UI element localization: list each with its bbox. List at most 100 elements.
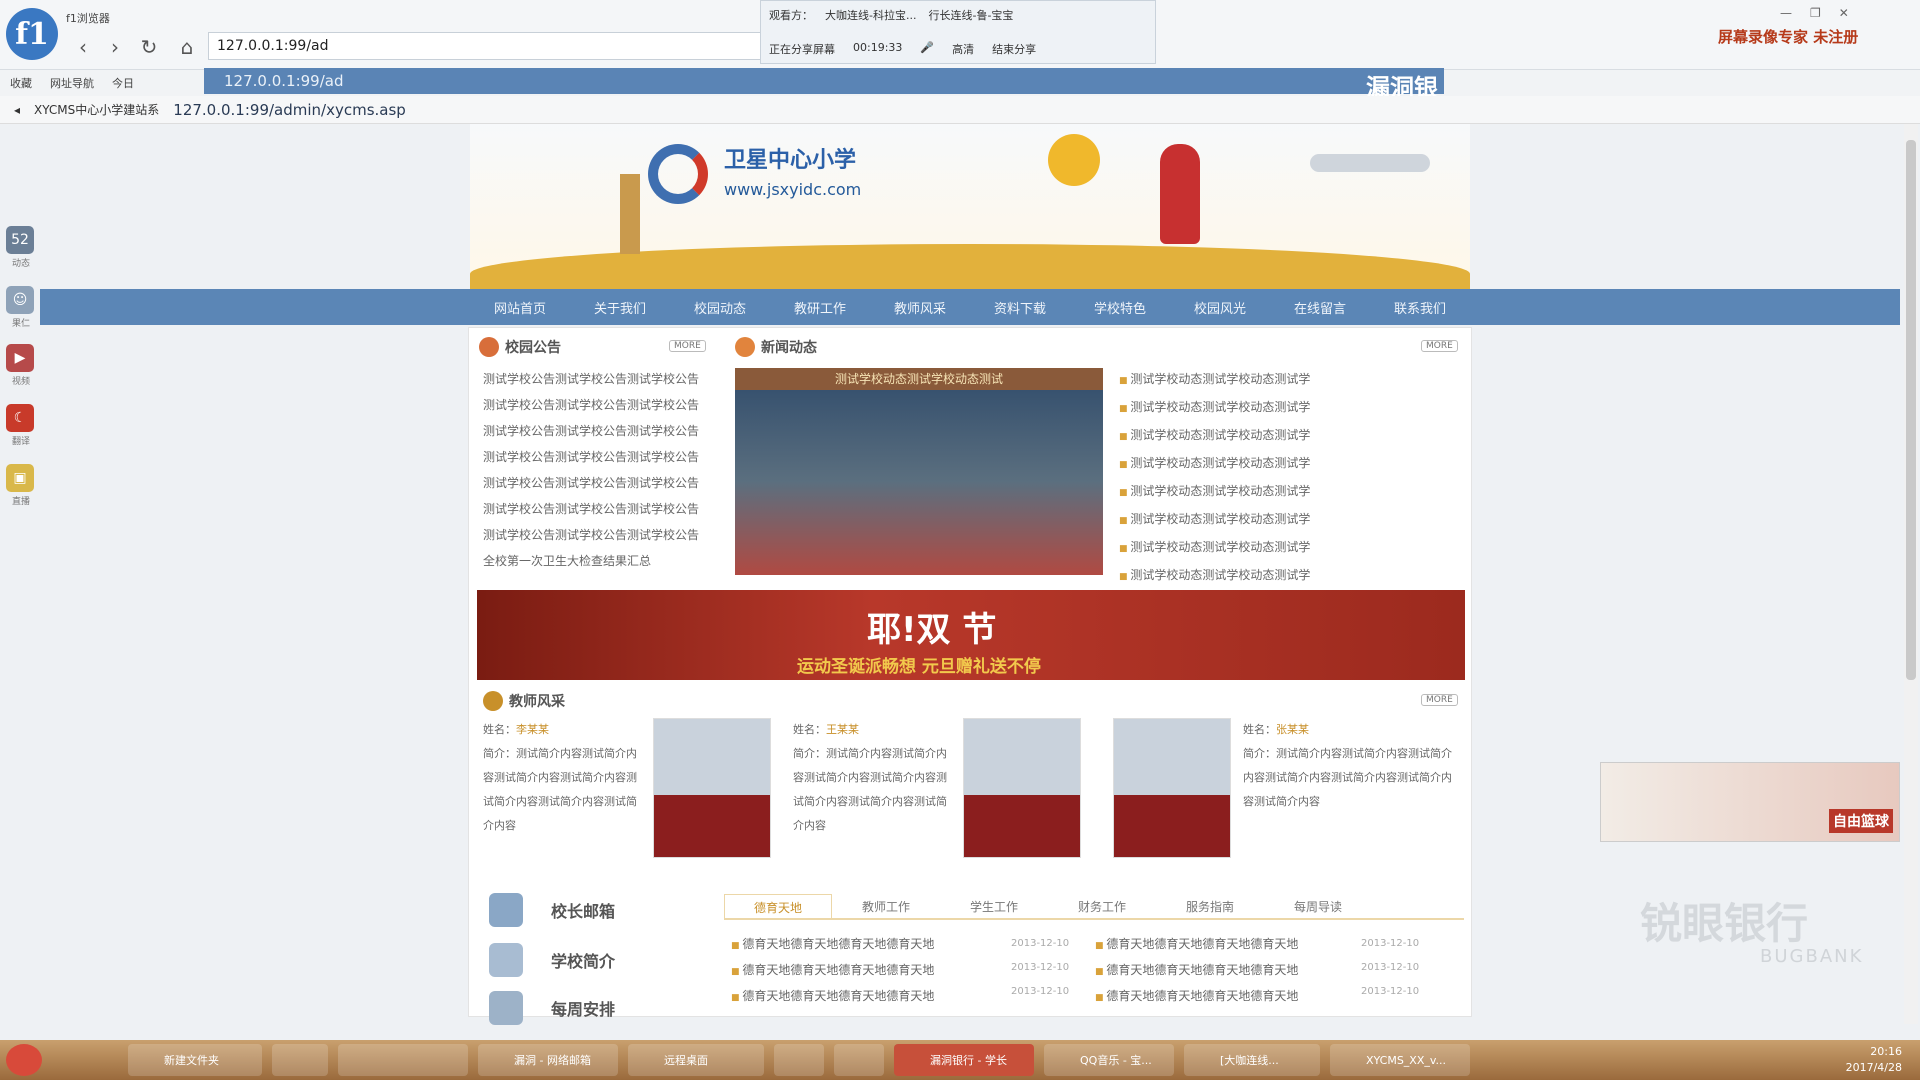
end-share-button[interactable]: 结束分享 xyxy=(992,41,1036,57)
task-browser[interactable] xyxy=(338,1044,468,1076)
tab-student-work[interactable]: 学生工作 xyxy=(940,894,1048,918)
notice-title: 校园公告 xyxy=(505,340,561,356)
teacher-photo[interactable] xyxy=(963,718,1081,858)
tab-weekly[interactable]: 每周导读 xyxy=(1264,894,1372,918)
system-clock[interactable]: 20:16 2017/4/28 xyxy=(1846,1044,1902,1076)
bookmark-item[interactable]: 今日 xyxy=(112,75,134,91)
nav-home[interactable]: 网站首页 xyxy=(470,289,570,325)
dock-dynamic-icon[interactable]: 52 xyxy=(6,226,34,254)
dock-label: 视频 xyxy=(11,377,30,387)
task-app[interactable] xyxy=(774,1044,824,1076)
scrollbar-thumb[interactable] xyxy=(1906,140,1916,680)
info-item[interactable]: 德育天地德育天地德育天地德育天地 xyxy=(731,984,934,1010)
news-item[interactable]: 测试学校动态测试学校动态测试学 xyxy=(1119,394,1310,422)
teacher-name[interactable]: 张某某 xyxy=(1276,723,1309,736)
dock-label: 直播 xyxy=(11,497,30,507)
tab-back-icon[interactable]: ◂ xyxy=(14,103,20,117)
banner-tower xyxy=(620,174,640,254)
notice-item[interactable]: 全校第一次卫生大检查结果汇总 xyxy=(483,548,699,574)
principal-mailbox-link[interactable]: 校长邮箱 xyxy=(489,888,669,932)
notice-item[interactable]: 测试学校公告测试学校公告测试学校公告 xyxy=(483,444,699,470)
address-suggestion[interactable]: 127.0.0.1:99/ad 漏洞银 xyxy=(204,68,1444,102)
task-remote[interactable]: 远程桌面 xyxy=(628,1044,764,1076)
address-input[interactable]: 127.0.0.1:99/ad xyxy=(217,38,329,54)
tab-teacher-work[interactable]: 教师工作 xyxy=(832,894,940,918)
quality-button[interactable]: 高清 xyxy=(952,41,974,57)
teacher-name[interactable]: 王某某 xyxy=(826,723,859,736)
teacher-photo[interactable] xyxy=(653,718,771,858)
school-intro-link[interactable]: 学校简介 xyxy=(489,938,669,982)
browser-logo[interactable]: f1 xyxy=(6,8,58,60)
news-item[interactable]: 测试学校动态测试学校动态测试学 xyxy=(1119,562,1310,590)
viewer-1[interactable]: 大咖连线-科拉宝... xyxy=(825,7,916,23)
notice-item[interactable]: 测试学校公告测试学校公告测试学校公告 xyxy=(483,366,699,392)
news-item[interactable]: 测试学校动态测试学校动态测试学 xyxy=(1119,366,1310,394)
nav-research[interactable]: 教研工作 xyxy=(770,289,870,325)
suggestion-url[interactable]: 127.0.0.1:99/ad xyxy=(224,72,343,90)
notice-item[interactable]: 测试学校公告测试学校公告测试学校公告 xyxy=(483,392,699,418)
notice-more-button[interactable]: MORE xyxy=(669,340,706,352)
bookmark-item[interactable]: 收藏 xyxy=(10,75,32,91)
promo-banner[interactable]: 耶!双 节 运动圣诞派畅想 元旦赠礼送不停 xyxy=(477,590,1465,680)
maximize-icon[interactable]: ❐ xyxy=(1810,6,1821,20)
mic-icon[interactable]: 🎤 xyxy=(920,41,934,57)
nav-about[interactable]: 关于我们 xyxy=(570,289,670,325)
home-icon[interactable]: ⌂ xyxy=(174,34,200,60)
task-bugbank[interactable]: 漏洞银行 - 学长 xyxy=(894,1044,1034,1076)
news-item[interactable]: 测试学校动态测试学校动态测试学 xyxy=(1119,422,1310,450)
recorder-brand: 屏幕录像专家 未注册 xyxy=(1718,28,1859,46)
nav-features[interactable]: 学校特色 xyxy=(1070,289,1170,325)
tab-service[interactable]: 服务指南 xyxy=(1156,894,1264,918)
forward-icon[interactable]: › xyxy=(102,34,128,60)
dock-translate-icon[interactable]: ☾ xyxy=(6,404,34,432)
teacher-name[interactable]: 李某某 xyxy=(516,723,549,736)
info-item[interactable]: 德育天地德育天地德育天地德育天地 xyxy=(1095,932,1298,958)
task-meeting[interactable]: [大咖连线... xyxy=(1184,1044,1320,1076)
task-folder[interactable]: 新建文件夹 xyxy=(128,1044,262,1076)
info-item[interactable]: 德育天地德育天地德育天地德育天地 xyxy=(731,958,934,984)
side-ad[interactable]: 自由篮球 xyxy=(1600,762,1900,842)
viewer-2[interactable]: 行长连线-鲁-宝宝 xyxy=(928,7,1013,23)
nav-scenery[interactable]: 校园风光 xyxy=(1170,289,1270,325)
nav-downloads[interactable]: 资料下载 xyxy=(970,289,1070,325)
task-xycms[interactable]: XYCMS_XX_v... xyxy=(1330,1044,1470,1076)
bookmark-item[interactable]: 网址导航 xyxy=(50,75,94,91)
back-icon[interactable]: ‹ xyxy=(70,34,96,60)
nav-teachers[interactable]: 教师风采 xyxy=(870,289,970,325)
info-item[interactable]: 德育天地德育天地德育天地德育天地 xyxy=(1095,958,1298,984)
notice-item[interactable]: 测试学校公告测试学校公告测试学校公告 xyxy=(483,470,699,496)
notice-item[interactable]: 测试学校公告测试学校公告测试学校公告 xyxy=(483,522,699,548)
teacher-photo[interactable] xyxy=(1113,718,1231,858)
teacher-more-button[interactable]: MORE xyxy=(1421,694,1458,706)
news-item[interactable]: 测试学校动态测试学校动态测试学 xyxy=(1119,534,1310,562)
close-icon[interactable]: ✕ xyxy=(1839,6,1849,20)
nav-guestbook[interactable]: 在线留言 xyxy=(1270,289,1370,325)
address-bar[interactable]: 127.0.0.1:99/ad xyxy=(208,32,768,60)
minimize-icon[interactable]: — xyxy=(1780,6,1792,20)
nav-contact[interactable]: 联系我们 xyxy=(1370,289,1470,325)
task-app[interactable] xyxy=(272,1044,328,1076)
tab-moral[interactable]: 德育天地 xyxy=(724,894,832,918)
dock-video-icon[interactable]: ▶ xyxy=(6,344,34,372)
tab-url[interactable]: 127.0.0.1:99/admin/xycms.asp xyxy=(173,101,406,119)
nav-campus-news[interactable]: 校园动态 xyxy=(670,289,770,325)
tab-finance[interactable]: 财务工作 xyxy=(1048,894,1156,918)
task-qqmusic[interactable]: QQ音乐 - 宝... xyxy=(1044,1044,1174,1076)
task-app[interactable] xyxy=(834,1044,884,1076)
reload-icon[interactable]: ↻ xyxy=(136,34,162,60)
notice-item[interactable]: 测试学校公告测试学校公告测试学校公告 xyxy=(483,418,699,444)
notice-item[interactable]: 测试学校公告测试学校公告测试学校公告 xyxy=(483,496,699,522)
start-button[interactable] xyxy=(6,1044,42,1076)
news-item[interactable]: 测试学校动态测试学校动态测试学 xyxy=(1119,450,1310,478)
news-item[interactable]: 测试学校动态测试学校动态测试学 xyxy=(1119,506,1310,534)
weekly-schedule-link[interactable]: 每周安排 xyxy=(489,986,669,1030)
dock-guoren-icon[interactable]: ☺ xyxy=(6,286,34,314)
news-more-button[interactable]: MORE xyxy=(1421,340,1458,352)
info-item[interactable]: 德育天地德育天地德育天地德育天地 xyxy=(1095,984,1298,1010)
news-item[interactable]: 测试学校动态测试学校动态测试学 xyxy=(1119,478,1310,506)
browser-tab[interactable]: XYCMS中心小学建站系 xyxy=(34,101,159,118)
dock-live-icon[interactable]: ▣ xyxy=(6,464,34,492)
info-item[interactable]: 德育天地德育天地德育天地德育天地 xyxy=(731,932,934,958)
task-mail[interactable]: 漏洞 - 网络邮箱 xyxy=(478,1044,618,1076)
news-photo[interactable]: 测试学校动态测试学校动态测试 xyxy=(735,368,1103,575)
